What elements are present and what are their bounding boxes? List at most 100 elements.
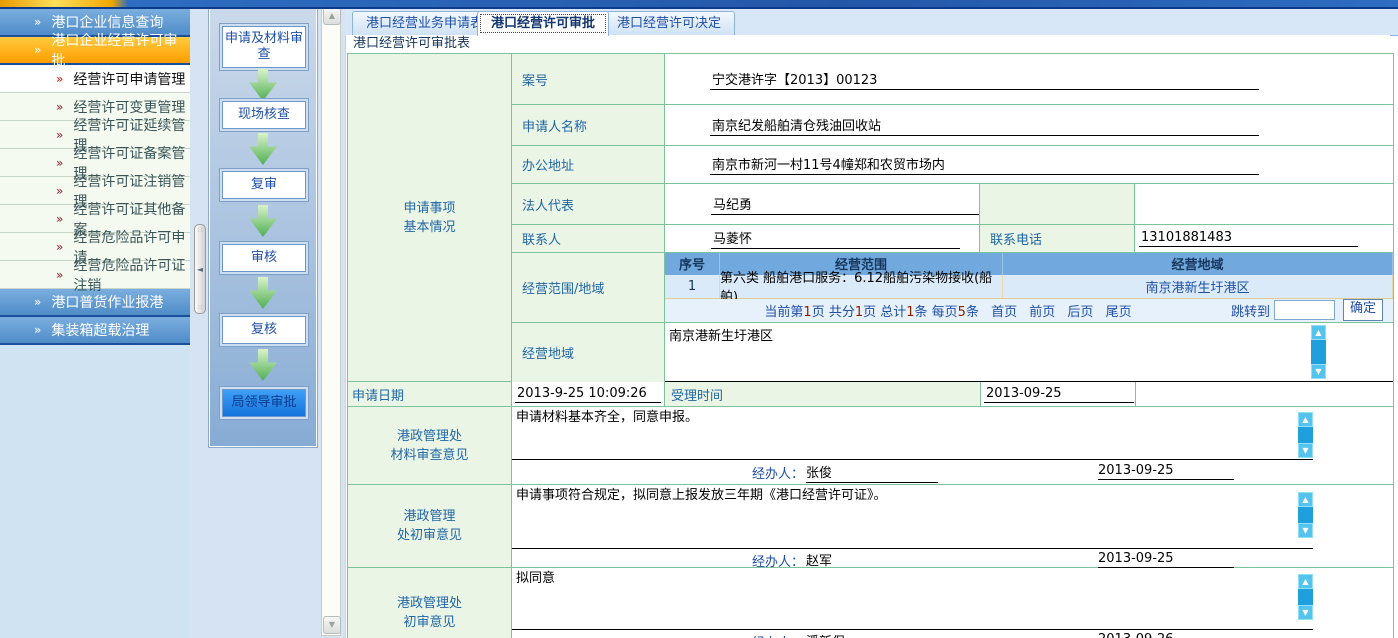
pg-text: 当前第: [764, 305, 803, 320]
scroll-down-icon[interactable]: ▼: [1311, 364, 1326, 379]
pagination-info: 当前第1页 共分1页 总计1条 每页5条 首页 前页 后页 尾页: [665, 301, 1231, 320]
flow-step-bureau-leader-approval[interactable]: 局领导审批: [222, 389, 306, 417]
opinion-scrollbar[interactable]: ▲ ▼: [1298, 412, 1313, 458]
content-vertical-scrollbar[interactable]: ▲ ▼: [321, 5, 341, 636]
tab-business-application-form[interactable]: 港口经营业务申请表: [352, 11, 497, 35]
arrow-bullet-icon: »: [56, 100, 61, 114]
sidebar-item-port-enterprise-license-approval[interactable]: » 港口企业经营许可审批: [0, 37, 190, 65]
group-label-line1: 申请事项: [403, 199, 455, 218]
apply-date-cell: 2013-9-25 10:09:26: [512, 382, 665, 407]
sidebar-item-general-cargo-report[interactable]: » 港口普货作业报港: [0, 289, 190, 317]
section-label-line2: 材料审查意见: [390, 446, 468, 465]
flow-step-application-material-review[interactable]: 申请及材料审查: [222, 26, 306, 68]
flow-step-audit[interactable]: 审核: [222, 244, 306, 272]
sidebar-item-container-overload-control[interactable]: » 集装箱超载治理: [0, 317, 190, 345]
top-banner-strip: [0, 0, 1398, 9]
flow-step-recheck[interactable]: 复核: [222, 316, 306, 344]
pg-total-pages: 1: [855, 305, 863, 320]
applicant-value[interactable]: 南京纪发船舶清仓残油回收站: [710, 115, 1259, 136]
legal-rep-value[interactable]: 马纪勇: [711, 194, 979, 215]
scroll-down-icon[interactable]: ▼: [1298, 605, 1313, 620]
material-review-opinion[interactable]: 申请材料基本齐全，同意申报。: [516, 409, 1298, 426]
office-address-cell: 南京市新河一村11号4幢郑和农贸市场内: [665, 146, 1393, 184]
section-first-review: 申请事项符合规定，拟同意上报发放三年期《港口经营许可证》。 经办人： 赵军 20…: [512, 485, 1393, 568]
handler-name[interactable]: 潘新保: [806, 631, 938, 638]
scroll-track[interactable]: [1298, 589, 1313, 605]
jump-page-input[interactable]: [1274, 300, 1335, 320]
section-material-review: 申请材料基本齐全，同意申报。 经办人： 张俊 2013-09-25 ▲ ▼: [512, 407, 1393, 485]
apply-date-value[interactable]: 2013-9-25 10:09:26: [515, 386, 661, 403]
section-label-line2: 处初审意见: [397, 526, 462, 545]
scroll-down-icon[interactable]: ▼: [1298, 523, 1313, 538]
section-material-review-label: 港政管理处 材料审查意见: [348, 407, 512, 485]
scroll-up-icon[interactable]: ▲: [1298, 574, 1313, 589]
scope-area-label: 经营范围/地域: [512, 253, 665, 323]
signature-rule: [512, 548, 1313, 549]
approval-flow-panel: 申请及材料审查 现场核查 复审 审核 复核 局领导审批: [208, 5, 318, 448]
sidebar-item-dangerous-goods-license-cancel[interactable]: » 经营危险品许可证注销: [0, 261, 190, 289]
opinion-scrollbar[interactable]: ▲ ▼: [1298, 492, 1313, 538]
collapse-arrow-icon: ◄: [197, 265, 203, 274]
area-scrollbar[interactable]: ▲ ▼: [1311, 325, 1326, 379]
scroll-down-icon[interactable]: ▼: [1298, 443, 1313, 458]
empty-cell: [1135, 184, 1393, 225]
legal-rep-cell: 马纪勇: [665, 184, 980, 225]
section-label-line2: 初审意见: [403, 613, 455, 632]
office-address-value[interactable]: 南京市新河一村11号4幢郑和农贸市场内: [710, 154, 1259, 175]
tab-license-decision[interactable]: 港口经营许可决定: [603, 11, 735, 35]
handler-date[interactable]: 2013-09-25: [1098, 551, 1234, 568]
contact-value[interactable]: 马菱怀: [711, 228, 960, 249]
handler-name[interactable]: 张俊: [806, 462, 938, 483]
scroll-up-icon[interactable]: ▲: [323, 7, 341, 25]
contact-cell: 马菱怀: [665, 225, 980, 253]
arrow-bullet-icon: »: [56, 212, 61, 226]
scroll-track[interactable]: [1298, 427, 1313, 443]
apply-date-label: 申请日期: [348, 382, 512, 407]
legal-rep-label: 法人代表: [512, 184, 665, 225]
handler-date[interactable]: 2013-09-25: [1098, 463, 1234, 480]
arrow-bullet-icon: »: [56, 268, 61, 282]
double-chevron-icon: »: [34, 323, 39, 337]
pagination-first-link[interactable]: 首页: [991, 305, 1017, 320]
second-review-opinion[interactable]: 拟同意: [516, 570, 1298, 587]
pagination-last-link[interactable]: 尾页: [1106, 305, 1132, 320]
tab-license-approval[interactable]: 港口经营许可审批: [477, 11, 609, 36]
opinion-scrollbar[interactable]: ▲ ▼: [1298, 574, 1313, 620]
applicant-cell: 南京纪发船舶清仓残油回收站: [665, 105, 1393, 146]
flow-down-arrow-icon: [249, 349, 277, 381]
scroll-track[interactable]: [1298, 507, 1313, 523]
flow-down-arrow-icon: [249, 205, 277, 237]
pagination-prev-link[interactable]: 前页: [1029, 305, 1055, 320]
scope-col-no: 序号: [665, 253, 720, 275]
sidebar-item-label: 经营许可变更管理: [73, 97, 185, 117]
case-no-cell: 宁交港许字【2013】00123: [665, 54, 1393, 105]
sidebar-splitter[interactable]: ∷ ◄ ∷: [194, 224, 206, 314]
pagination-next-link[interactable]: 后页: [1067, 305, 1093, 320]
splitter-grip-icon: ∷: [198, 225, 202, 236]
case-no-value[interactable]: 宁交港许字【2013】00123: [710, 69, 1259, 90]
scroll-up-icon[interactable]: ▲: [1298, 412, 1313, 427]
flow-step-site-verification[interactable]: 现场核查: [222, 101, 306, 129]
pg-current-page: 1: [803, 305, 811, 320]
first-review-opinion[interactable]: 申请事项符合规定，拟同意上报发放三年期《港口经营许可证》。: [516, 487, 1298, 504]
flow-step-re-review[interactable]: 复审: [222, 171, 306, 199]
contact-phone-value[interactable]: 13101881483: [1139, 230, 1358, 247]
handler-date[interactable]: 2013-09-26: [1098, 632, 1234, 638]
scope-col-area: 经营地域: [1003, 253, 1393, 275]
area-cell[interactable]: 南京港新生圩港区 ▲ ▼: [665, 323, 1393, 382]
double-chevron-icon: »: [34, 43, 39, 57]
area-value: 南京港新生圩港区: [669, 325, 773, 344]
splitter-grip-icon: ∷: [198, 302, 202, 313]
scroll-down-icon[interactable]: ▼: [323, 616, 341, 634]
area-label: 经营地域: [512, 323, 665, 382]
sidebar-item-label: 经营危险品许可证注销: [73, 255, 190, 295]
accept-time-value[interactable]: 2013-09-25: [984, 386, 1134, 403]
scope-table-row[interactable]: 1 第六类 船舶港口服务：6.12船舶污染物接收(船舶) 南京港新生圩港区: [665, 275, 1393, 299]
jump-confirm-button[interactable]: 确定: [1343, 299, 1383, 321]
scroll-up-icon[interactable]: ▲: [1311, 325, 1326, 340]
scroll-track[interactable]: [1311, 340, 1326, 364]
scroll-up-icon[interactable]: ▲: [1298, 492, 1313, 507]
scope-row-no: 1: [665, 275, 720, 298]
handler-label: 经办人：: [752, 463, 804, 482]
sidebar-item-license-apply-management[interactable]: » 经营许可申请管理: [0, 65, 190, 93]
